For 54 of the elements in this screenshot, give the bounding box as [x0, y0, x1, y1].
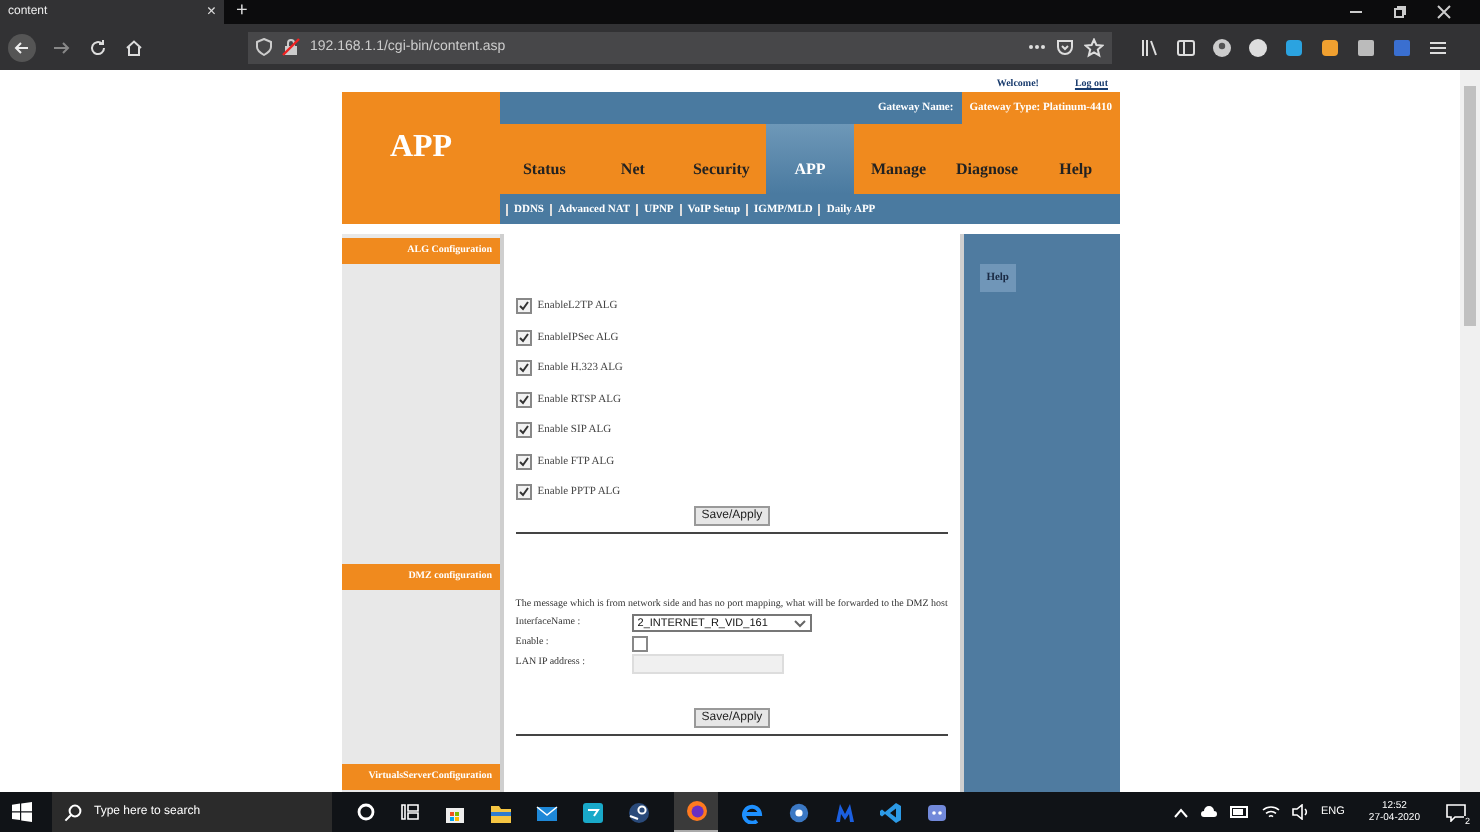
code-editor-icon[interactable] [880, 801, 902, 823]
reload-icon[interactable] [88, 37, 108, 57]
logo-text: APP [342, 92, 500, 224]
folder-icon[interactable] [490, 801, 512, 823]
taskbar-active-app[interactable] [674, 792, 718, 832]
checkbox[interactable] [515, 422, 532, 438]
notification-icon [1446, 803, 1466, 821]
insecure-lock-icon [282, 38, 300, 56]
caret-icon[interactable] [1173, 807, 1187, 817]
chat-app-icon[interactable] [926, 801, 948, 823]
cloud-icon[interactable] [1199, 806, 1217, 818]
task-view-icon[interactable] [400, 802, 420, 822]
checkbox[interactable] [515, 329, 532, 345]
checkbox[interactable] [631, 635, 648, 651]
scrollbar[interactable] [1460, 70, 1480, 792]
windows-start-icon[interactable] [12, 802, 32, 822]
scrollbar-thumb[interactable] [1464, 86, 1476, 326]
nav-tab[interactable]: Diagnose [942, 124, 1032, 194]
nav-tab[interactable]: Security [677, 124, 766, 194]
dropdown-icon [793, 619, 806, 627]
sidebar-icon[interactable] [1176, 37, 1196, 57]
close-icon[interactable] [1436, 4, 1452, 20]
app-tile-icon[interactable] [582, 801, 604, 823]
battery-icon[interactable] [1229, 806, 1249, 818]
account-icon[interactable] [1212, 37, 1232, 57]
home-icon[interactable] [124, 37, 144, 57]
mail-icon[interactable] [536, 801, 558, 823]
nav-tab[interactable]: Manage [854, 124, 943, 194]
speaker-icon[interactable] [1291, 804, 1309, 820]
nav-tab[interactable]: Status [500, 124, 589, 194]
pocket-icon[interactable] [1056, 38, 1074, 56]
menu-icon[interactable] [1428, 37, 1448, 57]
checkbox[interactable] [515, 453, 532, 469]
checkbox[interactable] [515, 391, 532, 407]
nav-tab[interactable]: Help [1031, 124, 1120, 194]
checkbox[interactable] [515, 484, 532, 500]
nav-tab[interactable]: Net [588, 124, 678, 194]
star-icon[interactable] [1084, 37, 1104, 57]
checkbox[interactable] [515, 360, 532, 376]
checkbox[interactable] [515, 298, 532, 314]
more-icon[interactable] [1028, 44, 1046, 50]
circle-icon[interactable] [356, 802, 376, 822]
forward-icon[interactable] [52, 37, 72, 57]
lan-ip-field[interactable] [631, 653, 784, 673]
wifi-icon[interactable] [1261, 804, 1279, 820]
new-tab-button[interactable]: + [236, 2, 248, 22]
restore-icon[interactable] [1392, 4, 1408, 20]
close-tab-button[interactable]: × [206, 4, 216, 20]
shield-icon [256, 38, 272, 56]
nav-tab[interactable]: APP [765, 124, 855, 194]
back-icon[interactable] [8, 33, 36, 61]
library-icon[interactable] [1140, 37, 1160, 57]
m-logo-icon[interactable] [834, 801, 856, 823]
search-icon [64, 803, 82, 821]
